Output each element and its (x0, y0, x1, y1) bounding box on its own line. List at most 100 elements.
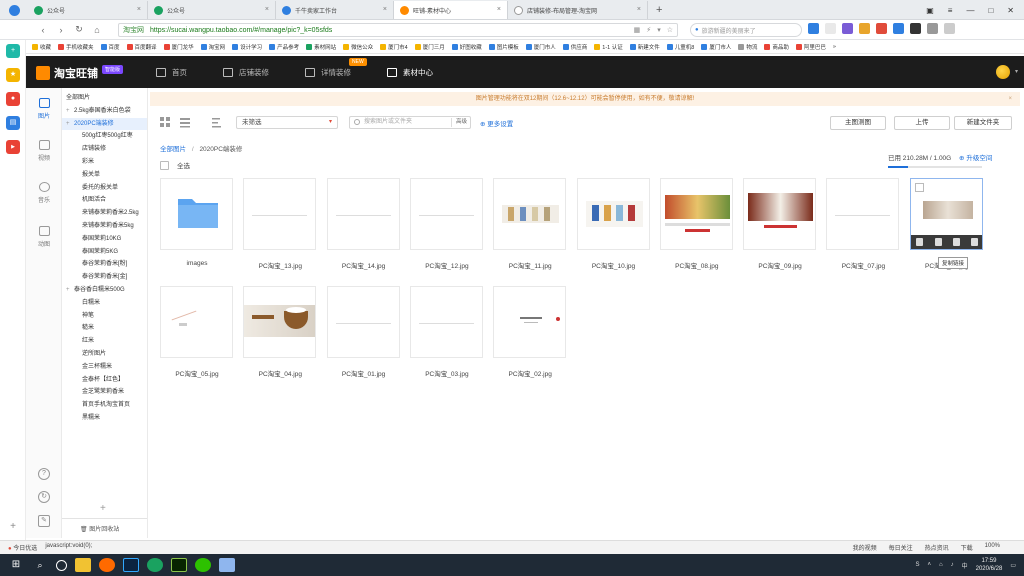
tree-item[interactable]: 逆所图片 (62, 348, 106, 360)
photoshop-icon[interactable] (123, 558, 139, 572)
close-icon[interactable]: × (137, 6, 141, 13)
star-icon[interactable]: ☆ (667, 26, 673, 34)
tree-item[interactable]: +2020PC端装修 (62, 118, 148, 130)
image-card[interactable] (577, 178, 650, 250)
close-icon[interactable]: × (637, 6, 641, 13)
notification-icon[interactable]: ▭ (1010, 562, 1016, 569)
tree-item[interactable]: 金芝鹭茉莉香米 (62, 386, 124, 398)
refresh-icon[interactable]: ↻ (38, 491, 50, 503)
edit-icon[interactable]: ✎ (38, 515, 50, 527)
url-text[interactable]: https://sucai.wangpu.taobao.com/#/manage… (150, 27, 332, 34)
filter-select[interactable]: 未筛选▾ (236, 116, 338, 129)
notes-icon[interactable]: ▤ (6, 116, 20, 130)
image-card[interactable] (910, 178, 983, 250)
tree-item[interactable]: 泰国茉莉10KG (62, 233, 121, 245)
tree-item[interactable]: 金泰杯【红色】 (62, 374, 124, 386)
close-icon[interactable]: × (497, 6, 501, 13)
zoom-level[interactable]: 100% (985, 543, 1000, 552)
close-icon[interactable]: × (383, 6, 387, 13)
360-browser-icon[interactable] (147, 558, 163, 572)
explorer-icon[interactable] (75, 558, 91, 572)
refresh-icon[interactable]: ↻ (70, 24, 88, 35)
minimize-icon[interactable]: — (966, 6, 974, 15)
dreamweaver-icon[interactable] (171, 558, 187, 572)
windows-start-icon[interactable]: ⊞ (8, 558, 24, 572)
action-icon[interactable] (935, 238, 942, 246)
tree-item[interactable]: 500g红枣500g红枣 (62, 130, 133, 142)
bookmark-item[interactable]: 新建文件 (630, 43, 660, 51)
bookmark-item[interactable]: 设计学习 (232, 43, 262, 51)
bookmark-item[interactable]: 厦门市人 (526, 43, 556, 51)
sidebar-item-image[interactable]: 图片 (26, 98, 62, 120)
image-card[interactable] (660, 178, 733, 250)
tab-2[interactable]: 公众号 × (148, 1, 276, 19)
bookmark-item[interactable]: 图片模板 (489, 43, 519, 51)
tab-3[interactable]: 千牛卖家工作台 × (276, 1, 394, 19)
p-icon[interactable] (808, 23, 819, 34)
tree-item[interactable]: 泰谷茉莉香米[粉] (62, 258, 127, 270)
bookmark-item[interactable]: 厦门市人 (701, 43, 731, 51)
bookmark-item[interactable]: 收藏 (32, 43, 51, 51)
upgrade-link[interactable]: ⊕ 升级空间 (959, 155, 992, 162)
tree-item[interactable]: 红米 (62, 335, 94, 347)
my-videos[interactable]: 我的视频 (853, 543, 877, 552)
tree-item[interactable]: 泰谷茉莉香米[金] (62, 271, 127, 283)
tree-item[interactable]: +泰谷香白糯米500G (62, 284, 125, 296)
image-card[interactable] (493, 178, 566, 250)
search-input[interactable]: 搜索图片或文件夹 高级 (349, 116, 471, 129)
tree-item[interactable]: 首页手机淘宝首页 (62, 399, 130, 411)
tree-item[interactable]: +2.5kg泰国香米白色袋 (62, 105, 131, 117)
new-folder-button[interactable]: 新建文件夹 (954, 116, 1012, 130)
sidebar-item-gif[interactable]: 动图 (26, 226, 62, 248)
close-icon[interactable]: × (1008, 92, 1012, 106)
tree-item[interactable]: 糙米 (62, 322, 94, 334)
tree-item[interactable]: 店铺装修 (62, 143, 106, 155)
image-card[interactable] (410, 286, 483, 358)
bookmark-item[interactable]: 厦门三月 (415, 43, 445, 51)
tree-item[interactable]: 神笔 (62, 310, 94, 322)
search-icon[interactable] (893, 23, 904, 34)
nav-shop-decor[interactable]: 店铺装修 (223, 67, 269, 78)
tree-item[interactable]: -全部图片 (62, 92, 90, 104)
bookmark-item[interactable]: 产品参考 (269, 43, 299, 51)
tree-item[interactable]: 黑糯米 (62, 412, 100, 424)
skin-icon[interactable]: ▣ (926, 6, 934, 15)
hot-news[interactable]: 热点资讯 (925, 543, 949, 552)
bookmark-item[interactable]: 微信公众 (343, 43, 373, 51)
bookmark-item[interactable]: 百度翻译 (127, 43, 157, 51)
menu-icon[interactable]: ≡ (948, 6, 953, 15)
search-scope[interactable]: 高级 (451, 118, 467, 127)
tab-1[interactable]: 公众号 × (28, 1, 148, 19)
bookmark-item[interactable]: 百度 (101, 43, 120, 51)
image-card[interactable] (243, 286, 316, 358)
video-app-icon[interactable]: ▶ (6, 140, 20, 154)
select-all-checkbox[interactable] (160, 161, 169, 170)
chevron-up-icon[interactable]: ˄ (927, 562, 931, 568)
sort-icon[interactable] (212, 117, 223, 128)
bookmark-item[interactable]: 厦门市4 (380, 43, 408, 51)
cortana-icon[interactable] (56, 560, 67, 571)
tree-item[interactable]: 委托的报关单 (62, 182, 118, 194)
tree-item[interactable]: 彩米 (62, 156, 94, 168)
search-icon[interactable]: ⌕ (32, 558, 48, 572)
weibo-icon[interactable]: ● (6, 92, 20, 106)
game-icon[interactable] (876, 23, 887, 34)
clock[interactable]: 17:59 2020/6/28 (976, 557, 1003, 573)
help-icon[interactable]: ? (38, 468, 50, 480)
lightning-icon[interactable]: ⚡ (646, 26, 651, 34)
sogou-icon[interactable]: S (915, 562, 919, 568)
bookmark-item[interactable]: 淘宝网 (201, 43, 226, 51)
tree-item[interactable]: 机图活合 (62, 194, 106, 206)
scissors-icon[interactable] (825, 23, 836, 34)
close-window-icon[interactable]: ✕ (1007, 6, 1014, 15)
select-checkbox[interactable] (915, 183, 924, 192)
undo-icon[interactable] (927, 23, 938, 34)
tree-item[interactable]: 金三杯糯米 (62, 361, 112, 373)
image-card[interactable] (327, 178, 400, 250)
folder-card[interactable] (160, 178, 233, 250)
sidebar-item-video[interactable]: 视频 (26, 140, 62, 162)
window-icon[interactable] (910, 23, 921, 34)
list-view-icon[interactable] (180, 117, 191, 128)
add-app-icon[interactable]: + (6, 520, 20, 534)
bookmark-item[interactable]: 手机收藏夹 (58, 43, 94, 51)
